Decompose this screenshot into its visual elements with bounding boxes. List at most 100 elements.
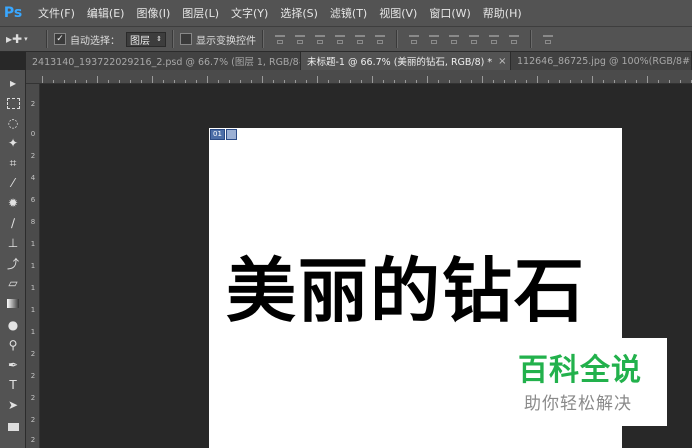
- history-brush-tool-icon[interactable]: ⤴: [4, 254, 22, 272]
- align-right-icon[interactable]: [373, 32, 387, 46]
- ruler-tick: [416, 80, 417, 83]
- ruler-number: 2: [30, 416, 36, 424]
- ruler-tick: [284, 80, 285, 83]
- ruler-tick: [625, 80, 626, 83]
- ruler-tick: [515, 80, 516, 83]
- tab-label: 未标题-1 @ 66.7% (美丽的钻石, RGB/8) *: [307, 57, 493, 68]
- ruler-tick: [97, 76, 98, 83]
- distribute-right-icon[interactable]: [507, 32, 521, 46]
- crop-tool-icon[interactable]: ⌗: [4, 154, 22, 172]
- ruler-tick: [251, 80, 252, 83]
- photoshop-logo[interactable]: Ps: [0, 0, 26, 26]
- tools-panel: ▸ ◌ ✦ ⌗ ⁄ ✹ ∕ ⊥ ⤴ ▱ ● ⚲ ✒ T ➤: [0, 70, 26, 448]
- close-icon[interactable]: ×: [498, 56, 506, 67]
- menu-view[interactable]: 视图(V): [379, 5, 417, 21]
- ruler-tick: [328, 80, 329, 83]
- ruler-tick: [196, 80, 197, 83]
- menu-file[interactable]: 文件(F): [38, 5, 75, 21]
- text-layer-content[interactable]: 美丽的钻石: [226, 246, 586, 336]
- chevron-down-icon: ▾: [24, 35, 28, 43]
- divider: [46, 30, 48, 48]
- distribute-top-icon[interactable]: [407, 32, 421, 46]
- ruler-number: 2: [30, 436, 36, 444]
- ruler-tick: [383, 80, 384, 83]
- tab-document-1[interactable]: 2413140_193722029216_2.psd @ 66.7% (图层 1…: [26, 52, 301, 70]
- ruler-tick: [405, 80, 406, 83]
- path-selection-tool-icon[interactable]: ➤: [4, 396, 22, 414]
- marquee-tool-icon[interactable]: [4, 94, 22, 112]
- type-tool-icon[interactable]: T: [4, 376, 22, 394]
- ruler-tick: [75, 80, 76, 83]
- ruler-tick: [207, 76, 208, 83]
- align-vcenter-icon[interactable]: [293, 32, 307, 46]
- align-top-icon[interactable]: [273, 32, 287, 46]
- ruler-tick: [504, 80, 505, 83]
- menu-layer[interactable]: 图层(L): [182, 5, 219, 21]
- move-icon: ▸✚: [6, 32, 23, 46]
- menu-type[interactable]: 文字(Y): [231, 5, 268, 21]
- menu-edit[interactable]: 编辑(E): [87, 5, 125, 21]
- brush-tool-icon[interactable]: ∕: [4, 214, 22, 232]
- distribute-left-icon[interactable]: [467, 32, 481, 46]
- ruler-tick: [647, 76, 648, 83]
- pen-tool-icon[interactable]: ✒: [4, 356, 22, 374]
- move-tool-preset[interactable]: ▸✚ ▾: [6, 29, 40, 49]
- ruler-number: 1: [30, 240, 36, 248]
- align-left-icon[interactable]: [333, 32, 347, 46]
- menu-select[interactable]: 选择(S): [280, 5, 318, 21]
- distribute-bottom-icon[interactable]: [447, 32, 461, 46]
- show-transform-checkbox[interactable]: [180, 33, 192, 45]
- ruler-tick: [537, 76, 538, 83]
- ruler-number: 8: [30, 218, 36, 226]
- rectangle-tool-icon[interactable]: [4, 418, 22, 436]
- ruler-tick: [680, 80, 681, 83]
- ruler-tick: [526, 80, 527, 83]
- eyedropper-tool-icon[interactable]: ⁄: [4, 174, 22, 192]
- menu-filter[interactable]: 滤镜(T): [330, 5, 367, 21]
- magic-wand-tool-icon[interactable]: ✦: [4, 134, 22, 152]
- ruler-tick: [42, 76, 43, 83]
- gradient-tool-icon[interactable]: [4, 294, 22, 312]
- tab-document-3[interactable]: 112646_86725.jpg @ 100%(RGB/8#) ×: [511, 52, 692, 70]
- slice-number: 01: [210, 129, 225, 140]
- eraser-tool-icon[interactable]: ▱: [4, 274, 22, 292]
- ruler-tick: [361, 80, 362, 83]
- align-bottom-icon[interactable]: [313, 32, 327, 46]
- ruler-tick: [229, 80, 230, 83]
- ruler-tick: [350, 80, 351, 83]
- menu-help[interactable]: 帮助(H): [483, 5, 522, 21]
- auto-align-icon[interactable]: [541, 32, 555, 46]
- ruler-tick: [449, 80, 450, 83]
- auto-select-checkbox[interactable]: ✓: [54, 33, 66, 45]
- lasso-tool-icon[interactable]: ◌: [4, 114, 22, 132]
- ruler-number: 2: [30, 100, 36, 108]
- auto-select-dropdown[interactable]: 图层 ⇕: [126, 31, 166, 47]
- align-hcenter-icon[interactable]: [353, 32, 367, 46]
- ruler-tick: [372, 76, 373, 83]
- auto-select-label: 自动选择：: [70, 35, 120, 47]
- watermark: 百科全说 助你轻松解决: [502, 338, 667, 426]
- distribute-hcenter-icon[interactable]: [487, 32, 501, 46]
- ruler-number: 2: [30, 372, 36, 380]
- vertical-ruler[interactable]: 2 0 2 4 6 8 1 1 1 1 1 2 2 2 2 2: [26, 84, 40, 448]
- distribute-vcenter-icon[interactable]: [427, 32, 441, 46]
- healing-brush-tool-icon[interactable]: ✹: [4, 194, 22, 212]
- ruler-tick: [603, 80, 604, 83]
- ruler-tick: [185, 80, 186, 83]
- document-tabs: 2413140_193722029216_2.psd @ 66.7% (图层 1…: [26, 52, 692, 70]
- tab-label: 112646_86725.jpg @ 100%(RGB/8#): [517, 55, 692, 67]
- menu-window[interactable]: 窗口(W): [429, 5, 470, 21]
- menu-image[interactable]: 图像(I): [136, 5, 170, 21]
- move-tool-icon[interactable]: ▸: [4, 74, 22, 92]
- clone-stamp-tool-icon[interactable]: ⊥: [4, 234, 22, 252]
- tab-document-2[interactable]: 未标题-1 @ 66.7% (美丽的钻石, RGB/8) * ×: [301, 52, 511, 70]
- blur-tool-icon[interactable]: ●: [4, 316, 22, 334]
- dodge-tool-icon[interactable]: ⚲: [4, 336, 22, 354]
- ruler-number: 1: [30, 262, 36, 270]
- ruler-tick: [394, 80, 395, 83]
- ruler-tick: [141, 80, 142, 83]
- updown-icon: ⇕: [156, 35, 162, 43]
- horizontal-ruler[interactable]: [26, 70, 692, 84]
- divider: [262, 30, 264, 48]
- auto-select-value: 图层: [130, 35, 150, 47]
